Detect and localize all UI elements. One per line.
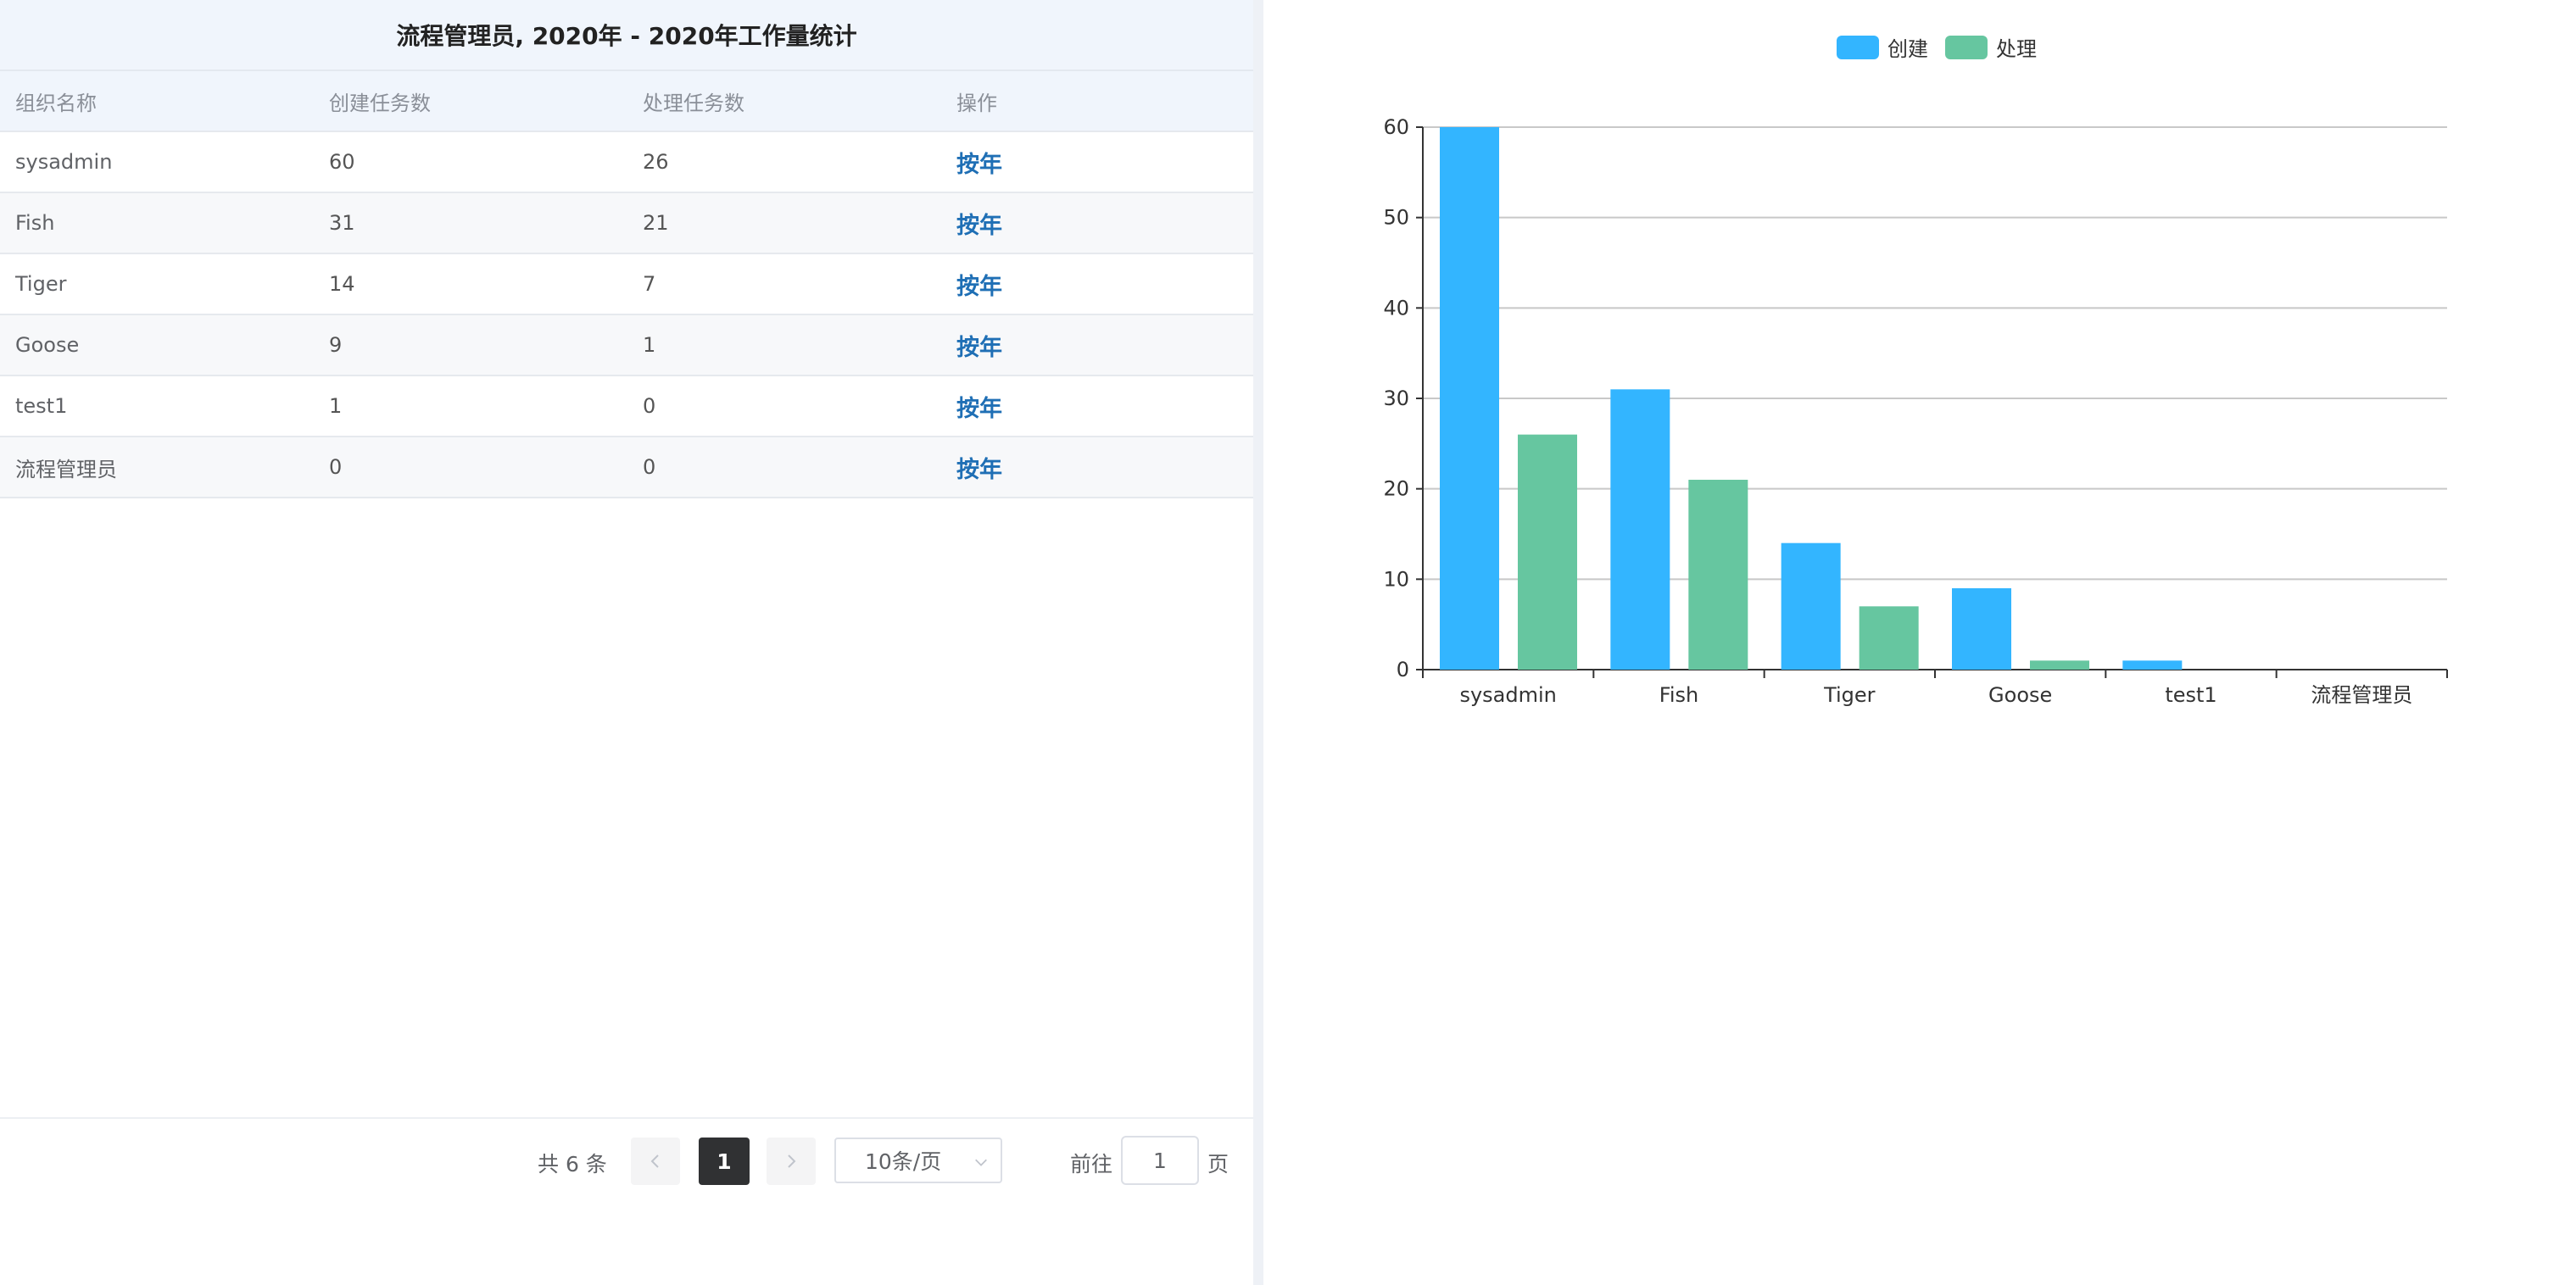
total-count: 共 6 条 [538, 1152, 607, 1177]
y-tick-label: 50 [1383, 206, 1409, 230]
cell-action: 按年 [941, 375, 1253, 437]
chart-panel: 创建 处理 0 10 20 30 40 50 60 sysadmin Fish Tiger Goos… [1263, 0, 2576, 1285]
table-row: 流程管理员 0 0 按年 [0, 437, 1253, 498]
cell-created: 1 [314, 375, 627, 437]
bar [1688, 480, 1748, 670]
by-year-link[interactable]: 按年 [956, 274, 1002, 300]
cell-created: 9 [314, 314, 627, 376]
y-tick-label: 20 [1383, 477, 1409, 501]
x-tick-label: Fish [1659, 683, 1698, 707]
cell-action: 按年 [941, 314, 1253, 376]
y-tick-label: 0 [1397, 658, 1409, 681]
cell-org: Goose [0, 314, 314, 376]
column-header-created: 创建任务数 [314, 71, 627, 132]
chevron-down-icon [975, 1159, 987, 1166]
bar [1859, 606, 1919, 670]
goto-page-input[interactable] [1121, 1136, 1199, 1185]
x-tick-label: test1 [2165, 683, 2216, 707]
y-tick-label: 30 [1383, 387, 1409, 410]
page-unit-label: 页 [1207, 1152, 1229, 1177]
bar [1518, 434, 1577, 670]
column-header-org: 组织名称 [0, 71, 314, 132]
page-size-value: 10条/页 [865, 1149, 942, 1174]
cell-created: 0 [314, 437, 627, 498]
by-year-link[interactable]: 按年 [956, 335, 1002, 361]
cell-action: 按年 [941, 192, 1253, 254]
by-year-link[interactable]: 按年 [956, 396, 1002, 422]
cell-org: Fish [0, 192, 314, 254]
page-size-select[interactable]: 10条/页 [834, 1138, 1002, 1183]
bar [2122, 660, 2183, 670]
bar [2030, 660, 2089, 670]
panel-divider[interactable] [1253, 0, 1263, 1285]
prev-page-button[interactable] [631, 1138, 680, 1185]
chevron-right-icon [788, 1154, 796, 1168]
bar [1781, 542, 1841, 670]
cell-handled: 21 [627, 192, 941, 254]
table-row: test1 1 0 按年 [0, 375, 1253, 437]
cell-org: test1 [0, 375, 314, 437]
cell-org: Tiger [0, 253, 314, 315]
cell-created: 31 [314, 192, 627, 254]
next-page-button[interactable] [767, 1138, 816, 1185]
column-header-action: 操作 [941, 71, 1253, 132]
cell-handled: 1 [627, 314, 941, 376]
cell-created: 14 [314, 253, 627, 315]
stats-table-panel: 流程管理员, 2020年 - 2020年工作量统计 组织名称 创建任务数 处理任… [0, 0, 1253, 1285]
column-header-handled: 处理任务数 [627, 71, 941, 132]
cell-org: 流程管理员 [0, 437, 314, 498]
table-row: Goose 9 1 按年 [0, 314, 1253, 376]
table-row: Fish 31 21 按年 [0, 192, 1253, 254]
cell-handled: 7 [627, 253, 941, 315]
y-tick-label: 40 [1383, 296, 1409, 320]
pager-divider [0, 1117, 1253, 1119]
current-page-button[interactable]: 1 [699, 1138, 750, 1185]
y-tick-label: 10 [1383, 567, 1409, 591]
by-year-link[interactable]: 按年 [956, 457, 1002, 483]
cell-handled: 26 [627, 131, 941, 193]
cell-action: 按年 [941, 437, 1253, 498]
pagination: 共 6 条 1 10条/页 前往 页 [0, 1136, 1253, 1185]
cell-created: 60 [314, 131, 627, 193]
cell-action: 按年 [941, 131, 1253, 193]
goto-label: 前往 [1070, 1152, 1113, 1177]
x-tick-label: sysadmin [1459, 683, 1556, 707]
by-year-link[interactable]: 按年 [956, 213, 1002, 239]
x-tick-label: 流程管理员 [2311, 683, 2412, 707]
cell-handled: 0 [627, 375, 941, 437]
cell-handled: 0 [627, 437, 941, 498]
by-year-link[interactable]: 按年 [956, 152, 1002, 178]
table-header-row: 组织名称 创建任务数 处理任务数 操作 [0, 71, 1253, 132]
chevron-left-icon [650, 1154, 659, 1168]
bar-chart: 0 10 20 30 40 50 60 sysadmin Fish Tiger Goose test1… [1383, 115, 2448, 707]
cell-action: 按年 [941, 253, 1253, 315]
x-tick-label: Goose [1988, 683, 2052, 707]
x-tick-label: Tiger [1823, 683, 1876, 707]
table-row: Tiger 14 7 按年 [0, 253, 1253, 315]
bar [1610, 389, 1670, 670]
table-row: sysadmin 60 26 按年 [0, 131, 1253, 193]
bar [1952, 588, 2011, 670]
table-title: 流程管理员, 2020年 - 2020年工作量统计 [0, 0, 1253, 71]
stats-table: 组织名称 创建任务数 处理任务数 操作 sysadmin 60 26 按年 Fi… [0, 71, 1253, 498]
cell-org: sysadmin [0, 131, 314, 193]
bar [1440, 127, 1499, 670]
y-tick-label: 60 [1383, 115, 1409, 139]
